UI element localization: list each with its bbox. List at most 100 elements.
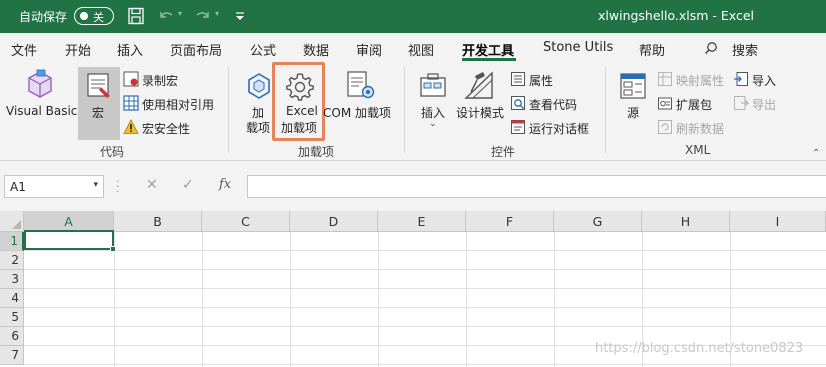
properties-button[interactable]: 属性	[529, 72, 553, 89]
formula-bar: A1 ▾ · · · ✕ ✓ fx	[0, 161, 826, 211]
map-properties-icon	[658, 72, 672, 86]
import-button[interactable]: 导入	[752, 72, 776, 89]
design-mode-button[interactable]: 设计模式	[456, 104, 504, 121]
collapse-ribbon-icon[interactable]: ⌃	[812, 148, 820, 159]
grid-line	[290, 232, 291, 367]
column-header-c[interactable]: C	[202, 211, 290, 232]
tab-search[interactable]: 搜索	[732, 40, 758, 59]
search-icon[interactable]	[704, 41, 718, 55]
autosave-toggle[interactable]: 关	[74, 7, 114, 25]
column-header-i[interactable]: I	[730, 211, 826, 232]
view-code-button[interactable]: 查看代码	[529, 96, 577, 113]
xml-source-icon	[620, 73, 646, 99]
grid-line	[24, 307, 826, 308]
group-separator	[404, 67, 405, 153]
autosave-state: 关	[93, 11, 104, 24]
tab-formulas[interactable]: 公式	[250, 40, 276, 59]
cancel-icon[interactable]: ✕	[146, 177, 158, 193]
tab-home[interactable]: 开始	[65, 40, 91, 59]
tab-help[interactable]: 帮助	[639, 40, 665, 59]
use-relative-references-button[interactable]: 使用相对引用	[142, 96, 214, 113]
watermark: https://blog.csdn.net/stone0823	[595, 341, 804, 356]
com-addins-button[interactable]: COM 加载项	[323, 104, 391, 121]
addins-icon	[248, 73, 270, 99]
row-header-6[interactable]: 6	[0, 327, 24, 346]
relative-references-icon	[123, 95, 139, 111]
grid-line	[202, 232, 203, 367]
tab-page-layout[interactable]: 页面布局	[170, 40, 222, 59]
autosave-label: 自动保存	[19, 10, 68, 24]
worksheet-grid: A B C D E F G H I 1 2 3 4 5 6 7 https://…	[0, 211, 826, 367]
map-properties-button[interactable]: 映射属性	[676, 72, 724, 89]
select-all-button[interactable]	[0, 211, 24, 232]
row-header-7[interactable]: 7	[0, 346, 24, 365]
redo-dropdown-icon[interactable]: ▾	[215, 9, 219, 18]
xml-source-button[interactable]: 源	[627, 104, 639, 121]
name-box[interactable]: A1 ▾	[4, 175, 104, 198]
ribbon-panel: Visual Basic 宏 录制宏 使用相对引用 宏安全性 代码 加 载项 E…	[0, 61, 826, 161]
customize-toolbar-icon[interactable]	[232, 7, 252, 25]
import-icon	[734, 72, 748, 86]
run-dialog-button[interactable]: 运行对话框	[529, 120, 589, 137]
column-header-e[interactable]: E	[378, 211, 466, 232]
insert-function-icon[interactable]: fx	[219, 177, 231, 192]
undo-icon[interactable]	[156, 7, 176, 25]
column-header-b[interactable]: B	[114, 211, 202, 232]
tab-file[interactable]: 文件	[11, 40, 37, 59]
enter-icon[interactable]: ✓	[182, 177, 194, 193]
tab-data[interactable]: 数据	[303, 40, 329, 59]
tab-developer[interactable]: 开发工具	[462, 40, 514, 59]
row-header-3[interactable]: 3	[0, 270, 24, 289]
run-dialog-icon	[511, 120, 525, 134]
chevron-down-icon[interactable]: ⌄	[429, 119, 437, 129]
drag-handle-icon[interactable]: · · ·	[116, 176, 120, 197]
code-group-label: 代码	[100, 145, 125, 159]
export-icon	[734, 96, 749, 110]
tab-view[interactable]: 视图	[408, 40, 434, 59]
xml-group-label: XML	[685, 143, 711, 157]
save-icon[interactable]	[126, 7, 146, 25]
grid-line	[24, 288, 826, 289]
tab-insert[interactable]: 插入	[117, 40, 143, 59]
export-button[interactable]: 导出	[752, 96, 776, 113]
undo-dropdown-icon[interactable]: ▾	[178, 9, 182, 18]
grid-line	[24, 269, 826, 270]
row-header-4[interactable]: 4	[0, 289, 24, 308]
expansion-packs-icon	[658, 97, 672, 110]
column-header-a[interactable]: A	[24, 211, 114, 232]
refresh-data-icon	[658, 120, 672, 134]
grid-line	[378, 232, 379, 367]
com-addins-icon	[347, 71, 375, 99]
redo-icon[interactable]	[193, 7, 213, 25]
column-header-g[interactable]: G	[554, 211, 642, 232]
addins-label-line2[interactable]: 载项	[246, 119, 270, 136]
tab-stone-utils[interactable]: Stone Utils	[543, 40, 613, 55]
insert-controls-icon	[420, 73, 446, 97]
record-macro-button[interactable]: 录制宏	[142, 72, 178, 89]
grid-line	[24, 326, 826, 327]
row-header-2[interactable]: 2	[0, 251, 24, 270]
ribbon-tabs: 文件 开始 插入 页面布局 公式 数据 审阅 视图 开发工具 Stone Uti…	[0, 33, 826, 61]
expansion-packs-button[interactable]: 扩展包	[676, 96, 712, 113]
active-cell-a1[interactable]	[24, 230, 116, 252]
fill-handle[interactable]	[110, 246, 116, 252]
grid-line	[114, 232, 115, 367]
row-header-1[interactable]: 1	[0, 232, 24, 251]
grid-line	[24, 364, 826, 365]
row-header-5[interactable]: 5	[0, 308, 24, 327]
controls-group-label: 控件	[491, 145, 516, 159]
tab-review[interactable]: 审阅	[356, 40, 382, 59]
grid-line	[466, 232, 467, 367]
design-mode-icon	[464, 71, 493, 99]
column-header-h[interactable]: H	[642, 211, 730, 232]
refresh-data-button[interactable]: 刷新数据	[676, 120, 724, 137]
macro-security-button[interactable]: 宏安全性	[142, 120, 190, 137]
macros-button[interactable]: 宏	[92, 104, 104, 121]
visual-basic-button[interactable]: Visual Basic	[6, 104, 77, 118]
toggle-knob	[80, 12, 88, 20]
chevron-down-icon[interactable]: ▾	[93, 180, 98, 190]
formula-input[interactable]	[247, 175, 826, 198]
column-header-f[interactable]: F	[466, 211, 554, 232]
view-code-icon	[511, 96, 525, 110]
column-header-d[interactable]: D	[290, 211, 378, 232]
